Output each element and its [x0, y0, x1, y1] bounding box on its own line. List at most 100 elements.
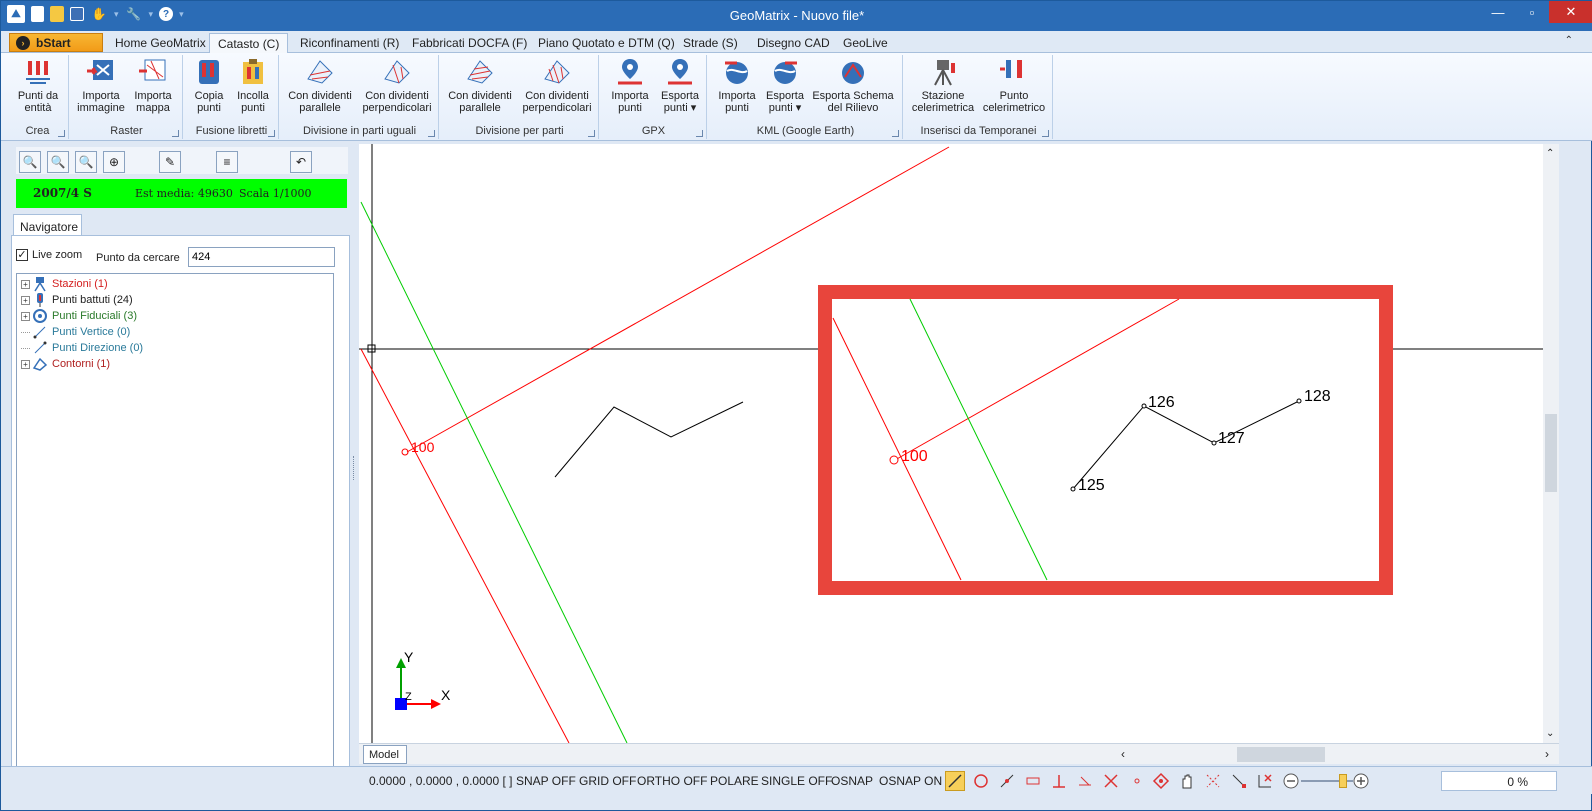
- osnap-on-toggle[interactable]: OSNAP ON: [879, 774, 942, 788]
- drawing-canvas[interactable]: 100 100 125 126 127 128 Y X Z: [359, 144, 1559, 764]
- snap-clear-icon[interactable]: [1255, 771, 1275, 791]
- osnap-toggle[interactable]: OSNAP: [831, 774, 873, 788]
- snap-toggle[interactable]: SNAP OFF: [516, 774, 576, 788]
- vertical-scroll-thumb[interactable]: [1545, 414, 1557, 492]
- tree-item-punti-fiduciali[interactable]: + Punti Fiduciali (3): [17, 308, 137, 324]
- tree-item-punti-battuti[interactable]: + Punti battuti (24): [17, 292, 133, 308]
- zoom-in-icon[interactable]: 🔍: [19, 151, 41, 173]
- snap-tangent-icon[interactable]: [1075, 771, 1095, 791]
- zoom-refresh-icon[interactable]: 🔍: [75, 151, 97, 173]
- gpx-esporta-punti-button[interactable]: Esporta punti ▾: [655, 57, 705, 114]
- expand-icon[interactable]: +: [21, 311, 30, 321]
- snap-intersection-icon[interactable]: [1101, 771, 1121, 791]
- horizontal-scroll-thumb[interactable]: [1237, 747, 1325, 762]
- single-toggle[interactable]: SINGLE OFF: [761, 774, 832, 788]
- dialog-launcher-icon[interactable]: [58, 130, 65, 137]
- maximize-button[interactable]: ▫: [1515, 1, 1549, 23]
- dialog-launcher-icon[interactable]: [892, 130, 899, 137]
- ortho-toggle[interactable]: ORTHO OFF: [637, 774, 707, 788]
- btn-line1: Importa: [611, 90, 649, 102]
- close-button[interactable]: ✕: [1549, 1, 1592, 23]
- tab-disegno-cad[interactable]: Disegno CAD: [749, 33, 838, 53]
- importa-mappa-button[interactable]: Importa mappa: [127, 57, 179, 114]
- pan-hand-icon[interactable]: [1177, 771, 1197, 791]
- coordinates-readout: 0.0000 , 0.0000 , 0.0000 [ ]: [369, 774, 513, 788]
- snap-midpoint-icon[interactable]: [997, 771, 1017, 791]
- btn-line2: immagine: [77, 102, 125, 114]
- parti-uguali-parallele-button[interactable]: Con dividenti parallele: [285, 57, 355, 114]
- importa-immagine-button[interactable]: Importa immagine: [75, 57, 127, 114]
- tab-navigatore[interactable]: Navigatore: [13, 214, 82, 236]
- snap-extension-icon[interactable]: [1203, 771, 1223, 791]
- per-parti-parallele-button[interactable]: Con dividenti parallele: [445, 57, 515, 114]
- scroll-up-icon[interactable]: ⌃: [1546, 148, 1554, 159]
- ribbon-collapse-icon[interactable]: ⌃: [1565, 35, 1573, 46]
- bstart-arrow-icon: ›: [16, 35, 30, 50]
- dialog-launcher-icon[interactable]: [588, 130, 595, 137]
- parti-uguali-perpendicolari-button[interactable]: Con dividenti perpendicolari: [359, 57, 435, 114]
- snap-parallel-icon[interactable]: [1229, 771, 1249, 791]
- tree-item-contorni[interactable]: + Contorni (1): [17, 356, 110, 372]
- btn-line2: punti: [197, 102, 221, 114]
- scroll-right-icon[interactable]: ›: [1545, 747, 1549, 761]
- tree-item-punti-direzione[interactable]: Punti Direzione (0): [17, 340, 143, 356]
- vertical-scrollbar[interactable]: ⌃ ⌄: [1543, 144, 1559, 743]
- panel-splitter[interactable]: [353, 456, 357, 480]
- snap-node-icon[interactable]: [1127, 771, 1147, 791]
- tree-item-punti-vertice[interactable]: Punti Vertice (0): [17, 324, 130, 340]
- minimize-button[interactable]: —: [1481, 1, 1515, 23]
- per-parti-perpendicolari-button[interactable]: Con dividenti perpendicolari: [519, 57, 595, 114]
- punti-da-entita-button[interactable]: Punti da entità: [9, 57, 67, 114]
- export-survey-schema-icon: [837, 57, 869, 87]
- snap-perpendicular-icon[interactable]: [1049, 771, 1069, 791]
- copia-punti-button[interactable]: Copia punti: [187, 57, 231, 114]
- dialog-launcher-icon[interactable]: [268, 130, 275, 137]
- zoom-out-icon[interactable]: 🔍: [47, 151, 69, 173]
- dialog-launcher-icon[interactable]: [1042, 130, 1049, 137]
- scroll-down-icon[interactable]: ⌄: [1546, 728, 1554, 739]
- kml-importa-punti-button[interactable]: Importa punti: [713, 57, 761, 114]
- zoom-out-circle-icon[interactable]: [1281, 771, 1301, 791]
- dialog-launcher-icon[interactable]: [696, 130, 703, 137]
- polar-toggle[interactable]: POLARE: [710, 774, 759, 788]
- undo-arrow-icon[interactable]: ↶: [290, 151, 312, 173]
- zoom-extents-icon[interactable]: ⊕: [103, 151, 125, 173]
- tab-strade[interactable]: Strade (S): [675, 33, 746, 53]
- tab-piano-quotato[interactable]: Piano Quotato e DTM (Q): [530, 33, 683, 53]
- tab-geolive[interactable]: GeoLive: [835, 33, 896, 53]
- direction-icon: [34, 341, 47, 354]
- bstart-button[interactable]: › bStart: [9, 33, 103, 52]
- search-point-input[interactable]: [188, 247, 335, 267]
- snap-quadrant-icon[interactable]: [1023, 771, 1043, 791]
- incolla-punti-button[interactable]: Incolla punti: [231, 57, 275, 114]
- dialog-launcher-icon[interactable]: [428, 130, 435, 137]
- gpx-importa-punti-button[interactable]: Importa punti: [605, 57, 655, 114]
- grid-toggle[interactable]: GRID OFF: [579, 774, 636, 788]
- tab-home-geomatrix[interactable]: Home GeoMatrix: [107, 33, 214, 53]
- layers-icon[interactable]: ≡: [216, 151, 238, 173]
- zoom-in-circle-icon[interactable]: [1351, 771, 1371, 791]
- live-zoom-toggle[interactable]: ✓ Live zoom: [16, 249, 82, 261]
- cad-drawing[interactable]: 100 100 125 126 127 128 Y X Z: [359, 144, 1543, 743]
- stazione-celerimetrica-button[interactable]: Stazione celerimetrica: [909, 57, 977, 114]
- tab-fabbricati-docfa[interactable]: Fabbricati DOCFA (F): [404, 33, 535, 53]
- btn-line2: parallele: [299, 102, 341, 114]
- scroll-left-icon[interactable]: ‹: [1121, 747, 1125, 761]
- live-zoom-checkbox[interactable]: ✓: [16, 249, 28, 261]
- tab-model[interactable]: Model: [363, 745, 407, 764]
- snap-center-icon[interactable]: [971, 771, 991, 791]
- pencil-icon[interactable]: ✎: [159, 151, 181, 173]
- kml-esporta-punti-button[interactable]: Esporta punti ▾: [761, 57, 809, 114]
- zoom-slider-thumb[interactable]: [1339, 774, 1347, 788]
- tree-item-stazioni[interactable]: + Stazioni (1): [17, 276, 108, 292]
- expand-icon[interactable]: +: [21, 359, 30, 369]
- expand-icon[interactable]: +: [21, 279, 30, 289]
- punto-celerimetrico-button[interactable]: Punto celerimetrico: [979, 57, 1049, 114]
- snap-nearest-icon[interactable]: [1151, 771, 1171, 791]
- tab-catasto[interactable]: Catasto (C): [209, 33, 289, 54]
- tab-riconfinamenti[interactable]: Riconfinamenti (R): [292, 33, 407, 53]
- expand-icon[interactable]: +: [21, 295, 30, 305]
- snap-endpoint-icon[interactable]: [945, 771, 965, 791]
- dialog-launcher-icon[interactable]: [172, 130, 179, 137]
- esporta-schema-rilievo-button[interactable]: Esporta Schema del Rilievo: [809, 57, 897, 114]
